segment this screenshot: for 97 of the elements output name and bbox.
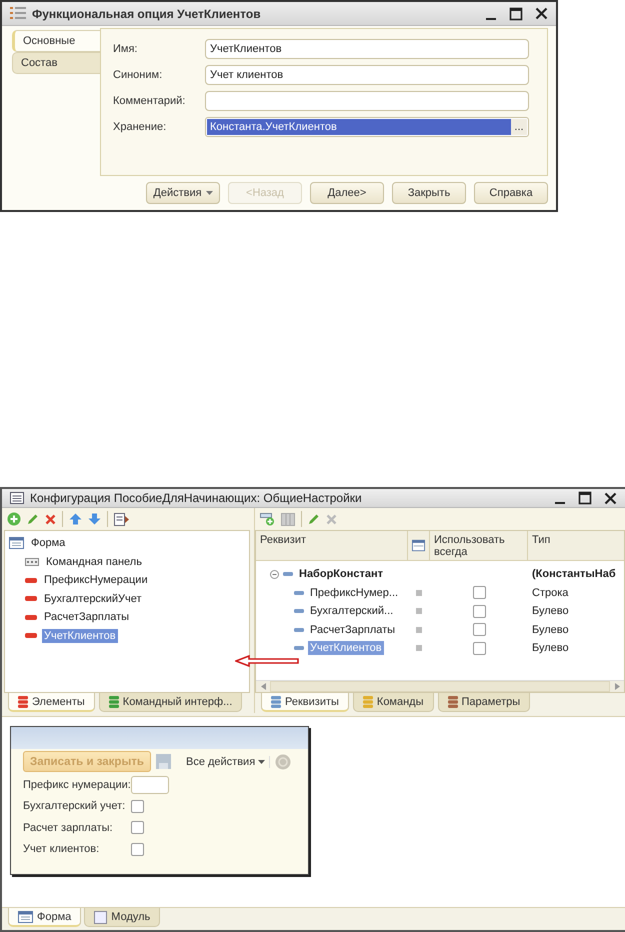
form-icon	[9, 537, 24, 550]
scrollbar[interactable]	[256, 680, 624, 692]
dialog-button[interactable]: Закрыть	[392, 182, 466, 204]
table-cell-text: Булево	[531, 642, 570, 654]
dialog-button[interactable]: Справка	[474, 182, 548, 204]
tree-item[interactable]: ПрефиксНумерации	[42, 573, 150, 588]
tab[interactable]: Модуль	[84, 908, 160, 927]
column-header: Использовать всегда	[430, 531, 528, 560]
caret-icon	[206, 191, 213, 195]
input-field[interactable]	[205, 91, 529, 111]
actions-menu[interactable]: Все действия	[176, 756, 270, 768]
tab[interactable]: Состав	[12, 52, 100, 74]
table-cell-text: НаборКонстант	[298, 567, 384, 582]
up-arrow-icon[interactable]	[69, 513, 82, 525]
scroll-right-icon[interactable]	[614, 683, 620, 690]
choice-field[interactable]: Константа.УчетКлиентов ...	[205, 117, 529, 137]
field-label: Учет клиентов:	[23, 843, 100, 856]
tree-item[interactable]: РасчетЗарплаты	[42, 610, 132, 624]
maximize-icon[interactable]	[578, 491, 592, 505]
delete-icon[interactable]	[45, 514, 56, 524]
tree-item[interactable]: БухгалтерскийУчет	[42, 592, 144, 606]
tab[interactable]: Параметры	[438, 693, 530, 712]
field-icon	[25, 633, 37, 638]
table-cell[interactable]: Бухгалтерский...	[308, 604, 396, 618]
tab[interactable]: Форма	[8, 908, 82, 927]
command-bar-icon	[25, 558, 39, 566]
table-cell[interactable]: РасчетЗарплаты	[308, 622, 398, 637]
list-icon	[10, 7, 26, 20]
field-icon	[25, 596, 37, 602]
save-icon[interactable]	[156, 754, 171, 769]
tree-item[interactable]: Форма	[29, 536, 68, 550]
pencil-icon[interactable]	[308, 513, 320, 525]
tab[interactable]: Основные	[12, 30, 100, 52]
field-label: Префикс нумерации:	[23, 778, 131, 791]
input-field[interactable]: УчетКлиентов	[205, 39, 529, 59]
attribute-icon	[294, 628, 304, 632]
window-title: Конфигурация ПособиеДляНачинающих: ОбщиеНастройки	[30, 491, 363, 505]
pencil-icon[interactable]	[27, 513, 39, 525]
checkbox[interactable]	[472, 623, 486, 636]
field-label: Расчет зарплаты:	[23, 822, 114, 834]
select-button[interactable]: ...	[511, 119, 527, 135]
tab[interactable]: Элементы	[8, 693, 95, 712]
table-cell-text: Булево	[531, 624, 570, 636]
attribute-icon	[283, 572, 293, 576]
checkbox[interactable]	[472, 604, 486, 618]
columns-icon[interactable]	[281, 512, 295, 526]
scroll-left-icon[interactable]	[260, 683, 266, 690]
tab[interactable]: Реквизиты	[261, 693, 349, 712]
add-row-icon[interactable]	[260, 512, 275, 526]
field-label: Имя:	[113, 43, 138, 55]
field-label: Комментарий:	[113, 95, 186, 107]
maximize-icon[interactable]	[509, 6, 523, 20]
field-label: Синоним:	[113, 69, 164, 81]
form-icon	[18, 910, 33, 922]
column-header: Тип	[531, 533, 552, 548]
help-icon[interactable]	[275, 754, 292, 770]
field-icon	[25, 614, 37, 620]
down-arrow-icon[interactable]	[88, 513, 101, 525]
tab[interactable]: Команды	[352, 693, 434, 712]
delete-icon[interactable]	[326, 514, 337, 524]
checkbox[interactable]	[131, 821, 144, 834]
table-icon	[412, 539, 425, 552]
window-title: Функциональная опция УчетКлиентов	[32, 6, 262, 20]
panel-icon[interactable]	[114, 512, 129, 526]
table-cell-text: Строка	[531, 586, 570, 599]
field-label: Бухгалтерский учет:	[23, 800, 126, 812]
field-icon	[25, 578, 37, 583]
field-label: Хранение:	[113, 121, 168, 133]
attribute-icon	[294, 646, 304, 650]
table-cell-text: Булево	[531, 605, 570, 618]
checkbox[interactable]	[131, 800, 144, 813]
input-field[interactable]	[131, 776, 169, 794]
square-icon	[416, 608, 422, 614]
table-cell[interactable]: ПрефиксНумер...	[308, 586, 400, 600]
close-icon[interactable]	[535, 7, 548, 20]
tree-item[interactable]: Командная панель	[44, 554, 144, 569]
field-value: Константа.УчетКлиентов	[207, 119, 511, 135]
close-icon[interactable]	[604, 492, 617, 504]
attribute-icon	[294, 609, 304, 614]
dialog-button[interactable]: Действия	[146, 182, 220, 204]
checkbox[interactable]	[472, 586, 486, 600]
tab[interactable]: Командный интерф...	[98, 693, 242, 712]
collapse-icon[interactable]	[270, 570, 279, 579]
square-icon	[416, 590, 422, 596]
window-icon	[10, 492, 24, 504]
square-icon	[416, 645, 422, 652]
attribute-icon	[294, 590, 304, 595]
module-icon	[94, 910, 108, 924]
checkbox[interactable]	[472, 642, 486, 655]
caret-icon	[258, 760, 266, 764]
add-icon[interactable]	[7, 512, 21, 526]
input-field[interactable]: Учет клиентов	[205, 65, 529, 85]
table-cell-text: (КонстантыНаб	[531, 568, 617, 580]
dialog-button[interactable]: Далее>	[310, 182, 384, 204]
checkbox[interactable]	[131, 842, 144, 856]
square-icon	[416, 626, 422, 633]
column-header: Реквизит	[256, 531, 408, 560]
